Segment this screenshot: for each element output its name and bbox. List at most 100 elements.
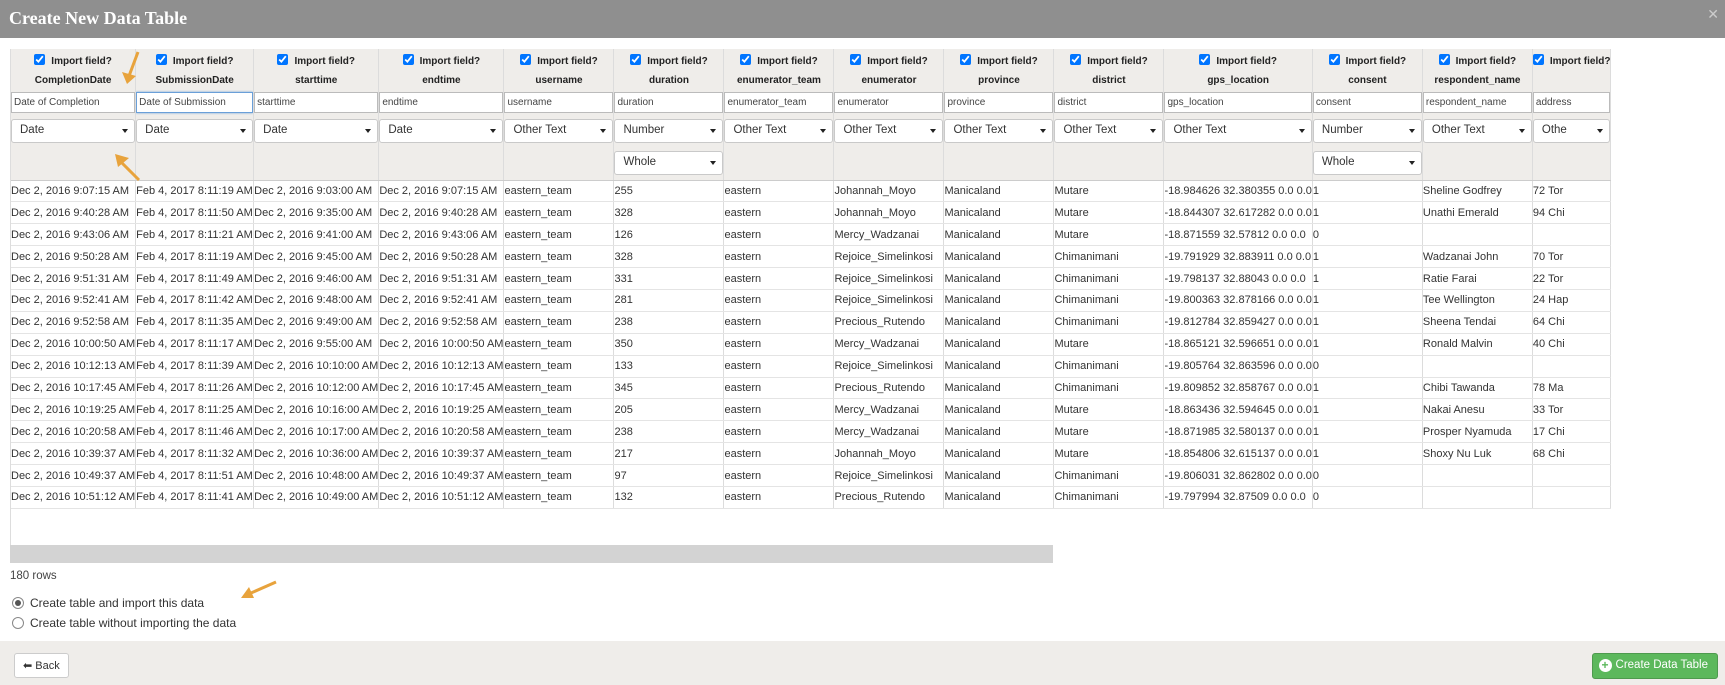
import-cell: Import field? xyxy=(1163,49,1313,71)
radio-import[interactable] xyxy=(12,597,24,609)
field-name-text: province xyxy=(978,75,1020,86)
radio-no-import[interactable] xyxy=(12,617,24,629)
field-type-select[interactable]: Number xyxy=(1312,119,1422,143)
arrow-left-icon: ⬅ xyxy=(23,660,33,672)
field-label-input[interactable] xyxy=(1054,92,1163,113)
field-label-input[interactable] xyxy=(11,92,135,113)
table-cell: 1 xyxy=(1312,289,1423,312)
field-type-select[interactable]: Other Text xyxy=(1054,119,1163,143)
field-label-input[interactable] xyxy=(834,92,943,113)
back-button[interactable]: ⬅ Back xyxy=(14,653,69,678)
import-checkbox[interactable] xyxy=(520,53,532,65)
table-cell: Feb 4, 2017 8:11:49 AM xyxy=(135,267,255,290)
number-subtype-select[interactable]: Whole xyxy=(614,151,723,176)
table-row: Dec 2, 2016 9:40:28 AM Feb 4, 2017 8:11:5… xyxy=(11,201,1612,225)
field-label-input[interactable] xyxy=(944,92,1053,113)
option-import-data[interactable]: Create table and import this data xyxy=(12,596,204,610)
field-type-select[interactable]: Other Text xyxy=(834,119,943,143)
table-cell: Dec 2, 2016 10:17:45 AM xyxy=(378,377,505,400)
field-label-input[interactable] xyxy=(1164,92,1312,113)
field-name: enumerator_team xyxy=(723,71,835,90)
table-cell: Precious_Rutendo xyxy=(833,377,945,400)
caret-down-icon xyxy=(490,129,497,133)
field-label-input[interactable] xyxy=(1312,92,1422,113)
table-cell: Manicaland xyxy=(943,398,1055,422)
type-cell: Number xyxy=(613,115,725,147)
table-cell: Dec 2, 2016 9:50:28 AM xyxy=(378,245,505,269)
field-type-value: Other Text xyxy=(1063,124,1117,136)
field-label-input[interactable] xyxy=(1422,92,1532,113)
label-cell xyxy=(833,90,945,115)
subtype-cell xyxy=(135,147,255,181)
table-cell: 345 xyxy=(613,377,725,400)
table-cell: 1 xyxy=(1312,377,1423,400)
field-type-select[interactable]: Date xyxy=(254,119,378,143)
table-cell: 0 xyxy=(1312,486,1423,509)
field-type-select[interactable]: Other Text xyxy=(944,119,1053,143)
table-cell: 217 xyxy=(613,442,725,466)
table-cell: Dec 2, 2016 9:52:58 AM xyxy=(11,311,137,334)
field-label-input[interactable] xyxy=(136,92,253,113)
field-label-input[interactable] xyxy=(254,92,378,113)
data-grid[interactable]: Import field? Import field? Import field? I… xyxy=(10,49,1725,545)
field-type-select[interactable]: Other Text xyxy=(724,119,833,143)
close-icon[interactable]: ✕ xyxy=(1707,6,1719,23)
import-checkbox[interactable] xyxy=(1328,53,1340,65)
table-cell: eastern xyxy=(723,289,835,312)
table-cell: Dec 2, 2016 10:51:12 AM xyxy=(378,486,505,509)
field-label-input[interactable] xyxy=(379,92,503,113)
table-cell: Precious_Rutendo xyxy=(833,311,945,334)
table-cell: Dec 2, 2016 9:07:15 AM xyxy=(378,180,505,203)
field-label-input[interactable] xyxy=(614,92,723,113)
field-name: district xyxy=(1053,71,1165,90)
caret-down-icon xyxy=(1408,129,1415,133)
table-cell: Dec 2, 2016 9:51:31 AM xyxy=(11,267,137,290)
import-checkbox[interactable] xyxy=(960,53,972,65)
import-cell: Import field? xyxy=(723,49,835,71)
subtype-cell xyxy=(723,147,835,181)
table-cell: Dec 2, 2016 9:40:28 AM xyxy=(11,201,137,225)
horizontal-scrollbar[interactable] xyxy=(10,545,1053,563)
import-checkbox[interactable] xyxy=(402,53,414,65)
import-checkbox[interactable] xyxy=(1438,53,1450,65)
table-cell: Dec 2, 2016 9:43:06 AM xyxy=(378,223,505,247)
table-cell: eastern_team xyxy=(503,223,615,247)
table-cell: -19.797994 32.87509 0.0 0.0 xyxy=(1163,486,1313,509)
table-row: Dec 2, 2016 10:17:45 AM Feb 4, 2017 8:11:… xyxy=(11,377,1612,400)
import-checkbox[interactable] xyxy=(1070,53,1082,65)
number-subtype-select[interactable]: Whole xyxy=(1312,151,1422,176)
option-no-import[interactable]: Create table without importing the data xyxy=(12,616,236,630)
table-cell: Manicaland xyxy=(943,223,1055,247)
table-cell: eastern_team xyxy=(503,289,615,312)
table-cell: eastern xyxy=(723,442,835,466)
import-checkbox[interactable] xyxy=(34,53,46,65)
import-checkbox[interactable] xyxy=(155,53,167,65)
create-data-table-button[interactable]: + Create Data Table xyxy=(1591,653,1718,679)
import-checkbox[interactable] xyxy=(1199,53,1211,65)
table-cell: Dec 2, 2016 10:19:25 AM xyxy=(11,398,137,422)
field-type-select[interactable]: Date xyxy=(136,119,253,143)
field-type-select[interactable]: Other Text xyxy=(1164,119,1312,143)
field-type-select[interactable]: Othe xyxy=(1532,119,1610,143)
table-cell: Manicaland xyxy=(943,420,1055,444)
import-checkbox[interactable] xyxy=(630,53,642,65)
table-cell: Feb 4, 2017 8:11:41 AM xyxy=(135,486,255,509)
import-checkbox[interactable] xyxy=(277,53,289,65)
import-checkbox[interactable] xyxy=(1532,53,1544,65)
field-type-select[interactable]: Date xyxy=(379,119,503,143)
field-type-select[interactable]: Other Text xyxy=(1422,119,1532,143)
table-cell: Feb 4, 2017 8:11:21 AM xyxy=(135,223,255,247)
table-cell: 97 xyxy=(613,464,725,487)
field-label-input[interactable] xyxy=(504,92,613,113)
import-cell: Import field? xyxy=(1053,49,1165,71)
field-label-input[interactable] xyxy=(1532,92,1610,113)
table-cell: 133 xyxy=(613,355,725,378)
import-checkbox[interactable] xyxy=(850,53,862,65)
field-type-select[interactable]: Number xyxy=(614,119,723,143)
table-cell: 72 Tor xyxy=(1532,180,1612,203)
import-checkbox[interactable] xyxy=(740,53,752,65)
field-type-select[interactable]: Other Text xyxy=(504,119,613,143)
field-label-input[interactable] xyxy=(724,92,833,113)
field-name: province xyxy=(943,71,1055,90)
field-type-select[interactable]: Date xyxy=(11,119,135,143)
